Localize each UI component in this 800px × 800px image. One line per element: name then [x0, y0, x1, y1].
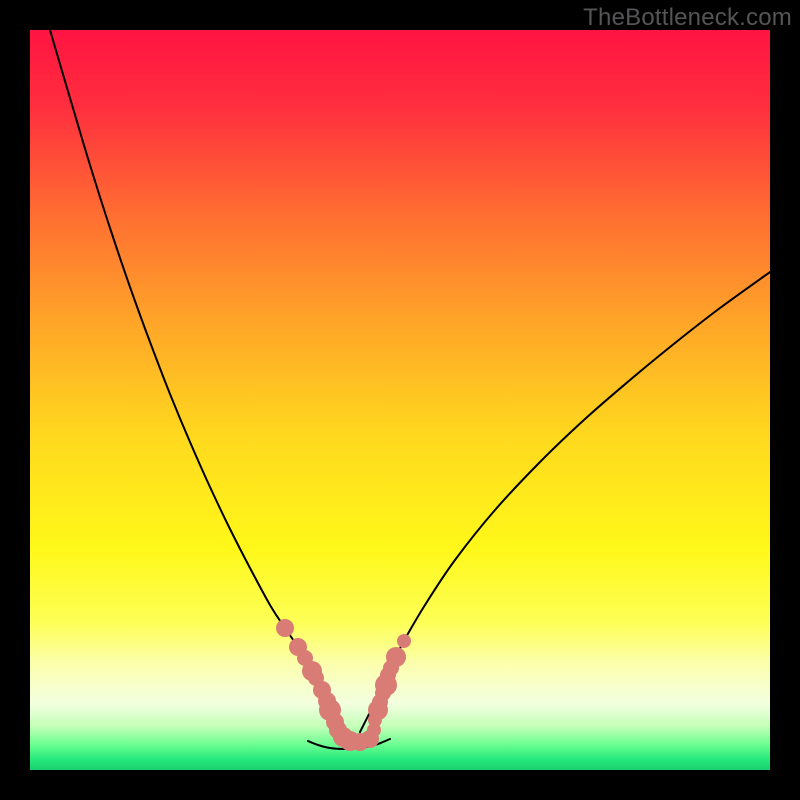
watermark-text: TheBottleneck.com: [583, 4, 792, 32]
data-marker: [386, 647, 406, 667]
chart-svg: [30, 30, 770, 770]
plot-area: [30, 30, 770, 770]
chart-frame: TheBottleneck.com: [0, 0, 800, 800]
data-marker: [397, 634, 411, 648]
data-marker: [276, 619, 294, 637]
